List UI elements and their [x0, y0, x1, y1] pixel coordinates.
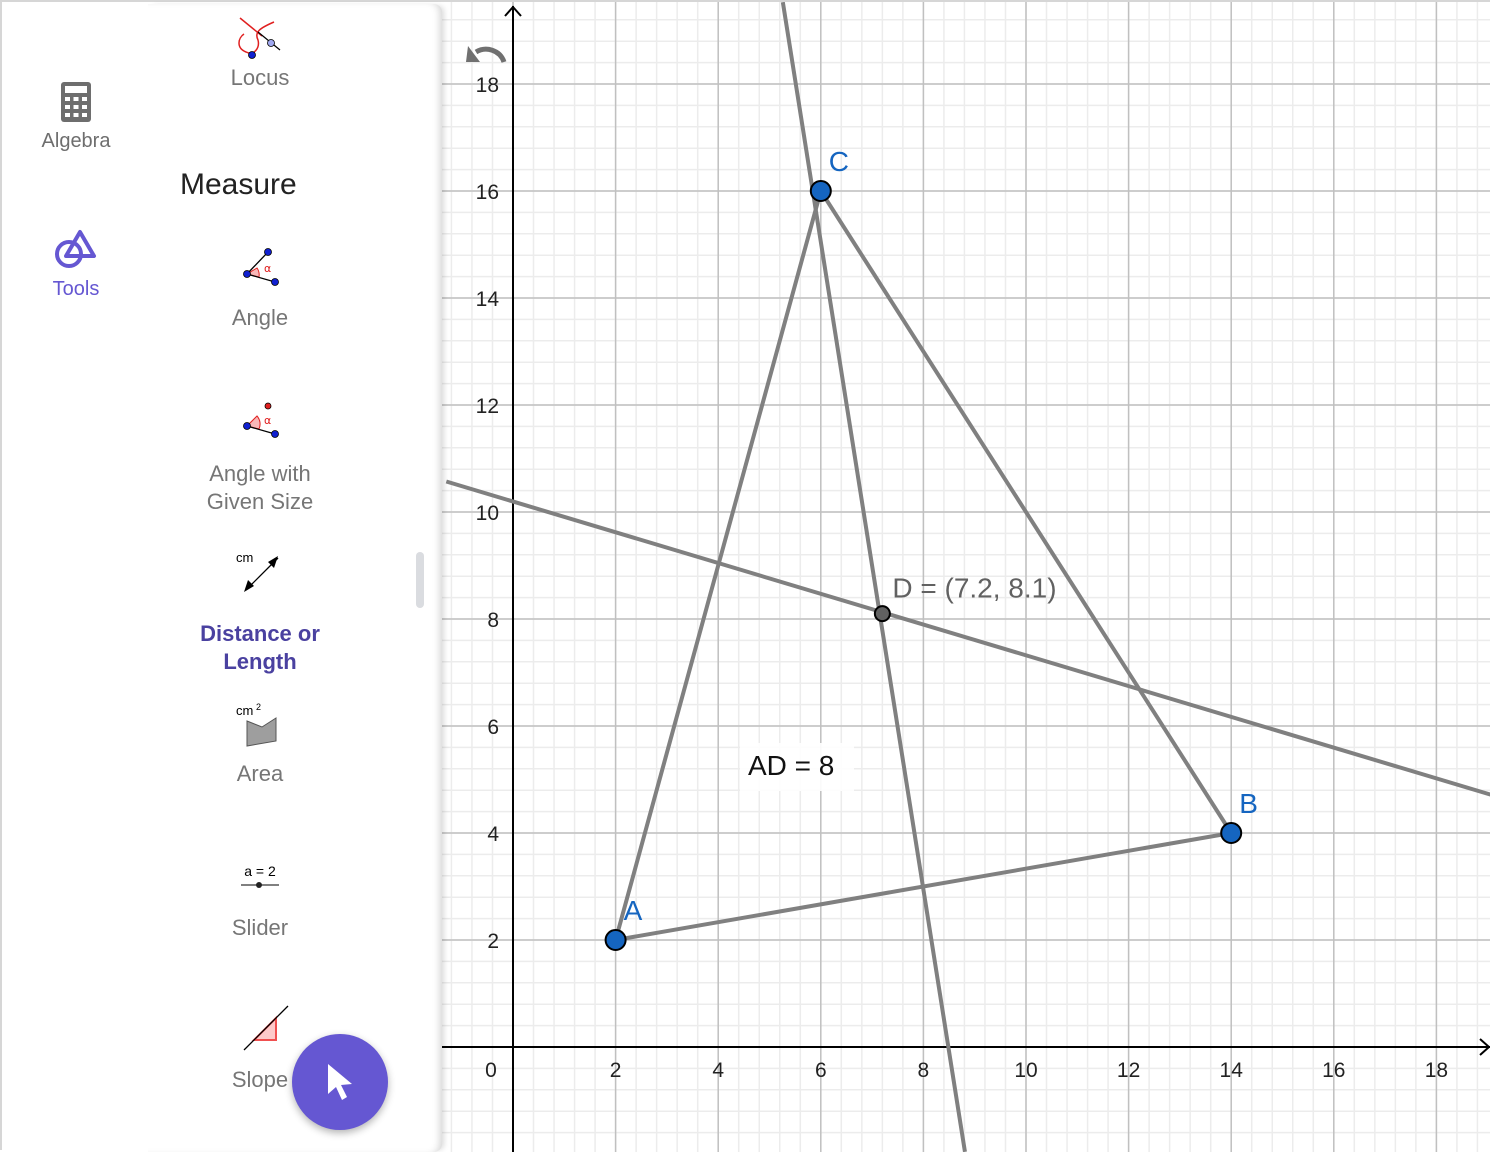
point-label-B[interactable]: B — [1239, 788, 1258, 819]
move-tool-fab[interactable] — [292, 1034, 388, 1130]
area-icon: cm 2 — [236, 702, 277, 747]
distance-icon-text: cm — [236, 550, 253, 565]
point-B[interactable] — [1220, 822, 1243, 844]
tool-locus[interactable]: Locus — [148, 12, 372, 92]
y-tick-label: 10 — [476, 502, 499, 525]
point-label-D[interactable]: D = (7.2, 8.1) — [892, 573, 1056, 604]
tool-area[interactable]: cm 2 Area — [148, 700, 372, 788]
y-tick-label: 8 — [487, 609, 499, 632]
y-tick-label: 2 — [487, 930, 499, 953]
rail-item-tools[interactable]: Tools — [4, 228, 148, 301]
angle-given-size-icon: α — [243, 402, 279, 438]
x-tick-label: 10 — [1014, 1059, 1037, 1082]
x-tick-label: 0 — [485, 1059, 497, 1082]
tool-panel: Locus Measure α Angle α Angle with Given… — [148, 4, 442, 1152]
tool-distance-or-length[interactable]: cm Distance or Length — [148, 548, 372, 676]
locus-icon — [238, 17, 281, 59]
area-icon-sup: 2 — [256, 702, 261, 712]
x-tick-label: 4 — [712, 1059, 724, 1082]
point-C[interactable] — [809, 180, 832, 202]
point-D[interactable] — [873, 605, 891, 623]
tool-angle-given-size[interactable]: α Angle with Given Size — [148, 396, 372, 516]
tool-angle[interactable]: α Angle — [148, 244, 372, 332]
x-tick-label: 14 — [1220, 1059, 1244, 1082]
distance-measure-label[interactable]: AD = 8 — [748, 750, 834, 781]
rail-item-label: Tools — [52, 278, 100, 300]
calculator-icon — [61, 82, 91, 122]
y-tick-label: 4 — [487, 823, 499, 846]
rail-item-algebra[interactable]: Algebra — [4, 82, 148, 153]
tool-label: Area — [236, 761, 284, 786]
y-tick-label: 12 — [476, 395, 499, 418]
x-tick-label: 12 — [1117, 1059, 1140, 1082]
tool-label-line1: Distance or — [200, 621, 320, 646]
point-label-C[interactable]: C — [829, 146, 849, 177]
area-icon-text: cm — [236, 703, 253, 718]
slope-icon — [243, 1005, 289, 1051]
tool-panel-scrollbar[interactable] — [416, 552, 424, 608]
y-tick-label: 18 — [476, 74, 499, 97]
tool-label: Locus — [230, 65, 290, 90]
section-title-measure: Measure — [180, 168, 297, 201]
distance-icon: cm — [236, 550, 279, 592]
x-tick-label: 2 — [610, 1059, 622, 1082]
side-rail: Algebra Tools — [4, 4, 148, 1152]
tool-label-line2: Length — [223, 649, 297, 674]
y-tick-label: 14 — [476, 288, 500, 311]
y-tick-label: 16 — [476, 181, 499, 204]
svg-text:α: α — [264, 414, 271, 427]
tool-label-line2: Given Size — [206, 489, 314, 514]
tool-slider[interactable]: a = 2 Slider — [148, 852, 372, 942]
rail-item-label: Algebra — [41, 130, 111, 152]
undo-button[interactable] — [464, 42, 510, 71]
slider-icon: a = 2 — [241, 863, 279, 888]
move-cursor-icon — [328, 1064, 352, 1100]
undo-icon — [466, 46, 507, 64]
x-tick-label: 8 — [918, 1059, 930, 1082]
x-tick-label: 16 — [1322, 1059, 1345, 1082]
x-tick-label: 6 — [815, 1059, 827, 1082]
point-A[interactable] — [604, 929, 627, 951]
tool-label: Slider — [231, 915, 289, 940]
angle-icon: α — [243, 248, 279, 286]
tool-label-line1: Angle with — [209, 461, 311, 486]
geometry-points: A B C D = (7.2, 8.1) — [604, 146, 1258, 951]
measure-label-group: AD = 8 — [740, 743, 854, 791]
tool-label: Angle — [231, 305, 289, 330]
x-tick-label: 18 — [1425, 1059, 1448, 1082]
tools-shapes-icon — [55, 230, 96, 268]
slider-icon-text: a = 2 — [244, 863, 276, 879]
y-tick-label: 6 — [487, 716, 499, 739]
point-label-A[interactable]: A — [624, 895, 643, 926]
svg-text:α: α — [264, 262, 271, 275]
geogebra-app: 0 2 4 6 8 10 12 14 16 18 2 4 6 8 10 12 14 16 18 AD = 8 A B C… — [0, 0, 1490, 1152]
